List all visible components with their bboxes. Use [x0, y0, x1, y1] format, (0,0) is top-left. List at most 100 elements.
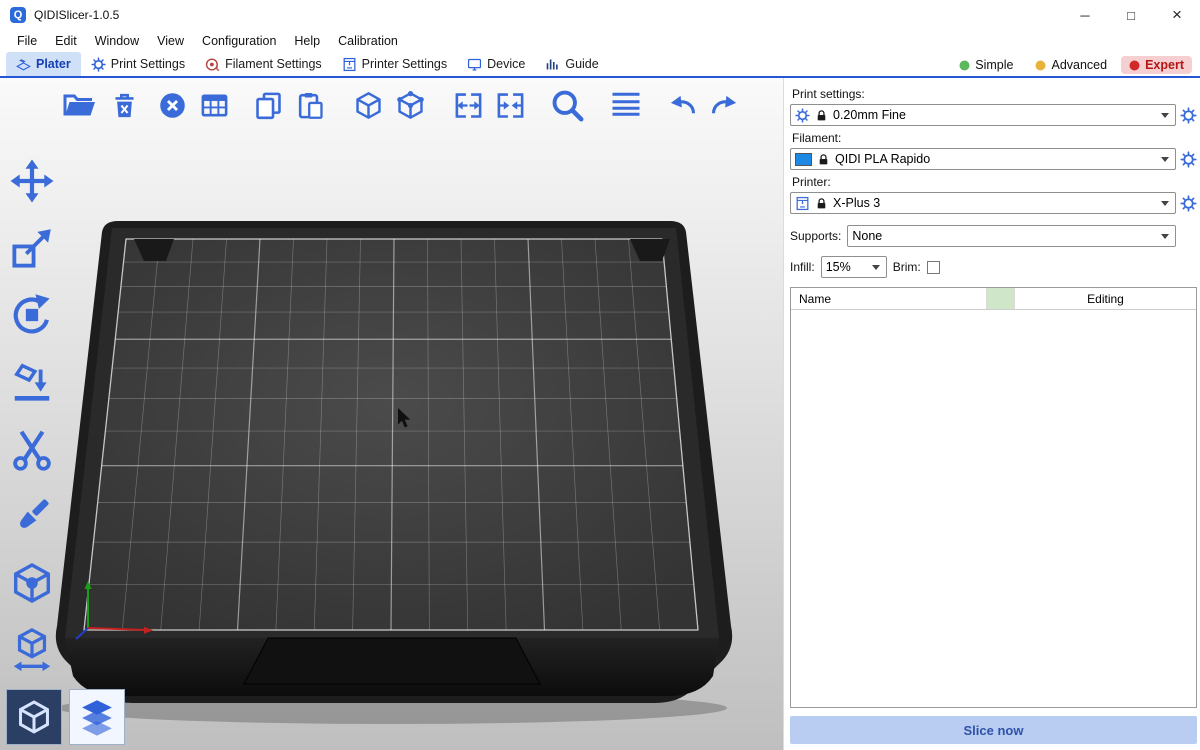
simple-mode-dot-icon: [959, 60, 970, 71]
filament-label: Filament:: [792, 131, 1197, 145]
supports-value: None: [852, 229, 1156, 243]
mode-advanced[interactable]: Advanced: [1027, 56, 1115, 74]
minimize-button[interactable]: ─: [1062, 0, 1108, 30]
mode-expert[interactable]: Expert: [1121, 56, 1192, 74]
seam-button[interactable]: [9, 560, 55, 606]
viewport-3d-scene[interactable]: [0, 78, 783, 750]
print-settings-gear-button[interactable]: [1180, 107, 1197, 124]
filament-value: QIDI PLA Rapido: [835, 152, 1156, 166]
editor-3d-view-button[interactable]: [6, 689, 62, 745]
split-parts-icon: [495, 90, 526, 121]
copy-button[interactable]: [253, 90, 284, 121]
delete-button[interactable]: [109, 90, 140, 121]
place-on-face-icon: [9, 359, 55, 405]
search-icon: [549, 87, 585, 123]
menubar: File Edit Window View Configuration Help…: [0, 30, 1200, 52]
remove-instance-button[interactable]: [395, 90, 426, 121]
plater-icon: [16, 57, 31, 72]
undo-button[interactable]: [667, 90, 698, 121]
filament-settings-icon: [205, 57, 220, 72]
menu-item-edit[interactable]: Edit: [46, 34, 86, 48]
device-icon: [467, 57, 482, 72]
window-controls: ─ □ ×: [1062, 0, 1200, 30]
menu-item-view[interactable]: View: [148, 34, 193, 48]
split-parts-button[interactable]: [495, 90, 526, 121]
tab-device[interactable]: Device: [457, 52, 535, 76]
filament-color-swatch: [795, 153, 812, 166]
remove-instance-icon: [395, 90, 426, 121]
mode-simple[interactable]: Simple: [951, 56, 1021, 74]
bed-handle-notch: [244, 638, 540, 684]
object-list[interactable]: Name Editing: [790, 287, 1197, 708]
search-button[interactable]: [549, 87, 585, 123]
arrange-button[interactable]: [199, 90, 230, 121]
print-settings-value: 0.20mm Fine: [833, 108, 1156, 122]
chevron-down-icon: [872, 265, 880, 270]
maximize-button[interactable]: □: [1108, 0, 1154, 30]
delete-all-button[interactable]: [157, 90, 188, 121]
printer-combo[interactable]: X-Plus 3: [790, 192, 1176, 214]
settings-panel: Print settings: 0.20mm Fine Filament: QI…: [783, 78, 1200, 750]
menu-item-configuration[interactable]: Configuration: [193, 34, 285, 48]
menu-item-help[interactable]: Help: [285, 34, 329, 48]
gear-icon: [1180, 195, 1197, 212]
column-name: Name: [791, 288, 987, 309]
column-editing: Editing: [1015, 288, 1196, 309]
printer-gear-button[interactable]: [1180, 195, 1197, 212]
supports-combo[interactable]: None: [847, 225, 1176, 247]
brim-checkbox[interactable]: [927, 261, 940, 274]
tab-guide-label: Guide: [565, 57, 598, 71]
infill-label: Infill:: [790, 260, 815, 274]
print-settings-icon: [91, 57, 106, 72]
menu-item-file[interactable]: File: [8, 34, 46, 48]
tabbar: Plater Print Settings Filament Settings …: [0, 52, 1200, 78]
layer-height-icon: [608, 87, 644, 123]
open-button[interactable]: [62, 87, 98, 123]
menu-item-window[interactable]: Window: [86, 34, 148, 48]
measure-button[interactable]: [9, 627, 55, 673]
preview-view-button[interactable]: [69, 689, 125, 745]
print-settings-combo[interactable]: 0.20mm Fine: [790, 104, 1176, 126]
filament-gear-button[interactable]: [1180, 151, 1197, 168]
infill-combo[interactable]: 15%: [821, 256, 887, 278]
place-on-face-button[interactable]: [9, 359, 55, 405]
tab-guide[interactable]: Guide: [535, 52, 608, 76]
paste-button[interactable]: [295, 90, 326, 121]
tab-plater[interactable]: Plater: [6, 52, 81, 76]
lock-icon: [817, 153, 830, 166]
slice-now-button[interactable]: Slice now: [790, 716, 1197, 744]
chevron-down-icon: [1161, 157, 1169, 162]
brim-label: Brim:: [893, 260, 921, 274]
split-objects-button[interactable]: [453, 90, 484, 121]
lock-icon: [815, 109, 828, 122]
add-instance-button[interactable]: [353, 90, 384, 121]
tab-print-settings[interactable]: Print Settings: [81, 52, 195, 76]
tab-filament-settings[interactable]: Filament Settings: [195, 52, 332, 76]
mode-advanced-label: Advanced: [1051, 58, 1107, 72]
layers-icon: [78, 698, 116, 736]
mode-switcher: Simple Advanced Expert: [951, 56, 1200, 76]
redo-icon: [709, 90, 740, 121]
printer-label: Printer:: [792, 175, 1197, 189]
move-button[interactable]: [9, 158, 55, 204]
redo-button[interactable]: [709, 90, 740, 121]
tab-print-settings-label: Print Settings: [111, 57, 185, 71]
column-extruder-color: [987, 288, 1015, 309]
scale-button[interactable]: [9, 225, 55, 271]
gear-icon: [795, 108, 810, 123]
chevron-down-icon: [1161, 113, 1169, 118]
cut-button[interactable]: [9, 426, 55, 472]
tab-printer-settings[interactable]: Printer Settings: [332, 52, 457, 76]
gear-icon: [1180, 107, 1197, 124]
filament-combo[interactable]: QIDI PLA Rapido: [790, 148, 1176, 170]
rotate-button[interactable]: [9, 292, 55, 338]
mode-simple-label: Simple: [975, 58, 1013, 72]
titlebar: Q QIDISlicer-1.0.5 ─ □ ×: [0, 0, 1200, 30]
variable-layer-height-button[interactable]: [608, 87, 644, 123]
menu-item-calibration[interactable]: Calibration: [329, 34, 407, 48]
paint-support-button[interactable]: [9, 493, 55, 539]
tab-printer-settings-label: Printer Settings: [362, 57, 447, 71]
close-button[interactable]: ×: [1154, 0, 1200, 30]
tab-plater-label: Plater: [36, 57, 71, 71]
lock-icon: [815, 197, 828, 210]
